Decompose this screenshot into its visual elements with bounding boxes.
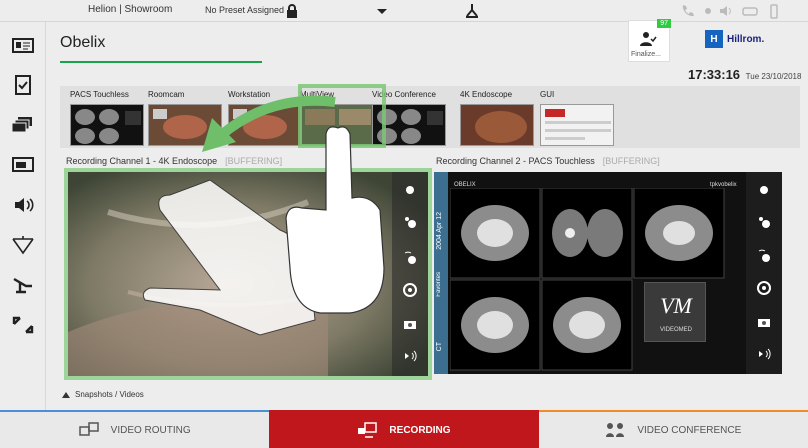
tab-video-conference-label: VIDEO CONFERENCE (637, 424, 742, 436)
recording-channel-2[interactable]: 2004 Apr 12 Favorites CT OBELIX tpkvobel… (434, 172, 782, 374)
bottom-navigation: VIDEO ROUTING RECORDING VIDEO CONFERENCE (0, 410, 808, 448)
app-title: Helion | Showroom (88, 4, 173, 15)
source-strip: PACS Touchless Roomcam Workstation MultiVie… (60, 86, 800, 148)
pacs-ct: CT (436, 342, 443, 352)
phone-icon (682, 5, 694, 17)
source-thumbnail (540, 104, 614, 146)
vr-icon (742, 7, 758, 16)
surgical-table-icon[interactable] (10, 274, 36, 296)
camera-icon[interactable] (756, 314, 772, 330)
channel-1-controls (392, 172, 428, 376)
audio-stream-icon[interactable] (756, 346, 772, 362)
preset-label[interactable]: No Preset Assigned (205, 5, 284, 15)
source-4k-endoscope[interactable]: 4K Endoscope (460, 88, 538, 146)
source-thumbnail (70, 104, 144, 146)
tab-video-routing[interactable]: VIDEO ROUTING (0, 410, 270, 448)
checklist-icon[interactable] (10, 74, 36, 96)
video-routing-icon (78, 422, 99, 436)
refresh-icon[interactable] (756, 280, 772, 296)
ct-scan-grid (450, 188, 725, 371)
ceiling-light-icon[interactable] (10, 234, 36, 256)
snapshots-label: Snapshots / Videos (75, 390, 144, 399)
source-label: GUI (540, 90, 555, 99)
logo-mark: H (705, 30, 723, 48)
status-bar: Helion | Showroom No Preset Assigned (0, 0, 808, 22)
patient-card-icon[interactable] (10, 34, 36, 56)
layers-icon[interactable] (10, 114, 36, 136)
zoom-icon[interactable] (756, 214, 772, 230)
tab-video-conference[interactable]: VIDEO CONFERENCE (538, 410, 808, 448)
record-button-icon[interactable] (402, 182, 418, 198)
user-check-icon (640, 32, 657, 46)
recording-icon (358, 422, 378, 438)
pacs-date: 2004 Apr 12 (436, 212, 443, 250)
finalize-button[interactable]: 97 Finalize... (628, 19, 671, 62)
expand-up-icon (62, 391, 70, 398)
snapshots-toggle[interactable]: Snapshots / Videos (62, 390, 144, 399)
record-button-icon[interactable] (756, 182, 772, 198)
source-thumbnail (460, 104, 534, 146)
focus-icon[interactable] (402, 250, 418, 266)
videomed-text: VIDEOMED (659, 327, 692, 333)
pointing-hand-icon (285, 126, 385, 314)
logo-text: Hillrom. (727, 33, 765, 45)
channel-2-controls (746, 172, 782, 374)
clock-date: Tue 23/10/2018 (745, 72, 802, 81)
lock-icon[interactable] (284, 3, 300, 19)
source-gui[interactable]: GUI (540, 88, 618, 146)
channel-2-title: Recording Channel 2 - PACS Touchless (436, 156, 595, 166)
screens-icon[interactable] (10, 154, 36, 176)
refresh-icon[interactable] (402, 282, 418, 298)
camera-icon[interactable] (402, 316, 418, 332)
sidebar (0, 22, 46, 410)
clock: 17:33:16 Tue 23/10/2018 (688, 67, 801, 82)
hillrom-logo: H Hillrom. (705, 30, 764, 48)
zoom-icon[interactable] (402, 214, 418, 230)
source-label: 4K Endoscope (460, 90, 513, 99)
source-pacs-touchless[interactable]: PACS Touchless (70, 88, 148, 146)
speaker-icon (720, 6, 731, 16)
title-underline (60, 61, 262, 63)
room-title: Obelix (60, 34, 106, 51)
videomed-logo: VM VIDEOMED (644, 282, 706, 342)
clock-time: 17:33:16 (688, 67, 741, 82)
pacs-favorites: Favorites (436, 272, 442, 297)
focus-icon[interactable] (756, 248, 772, 264)
source-label: Roomcam (148, 90, 185, 99)
record-dot-icon (705, 8, 711, 14)
battery-icon (770, 4, 778, 19)
channel-2-status: [BUFFERING] (602, 156, 660, 166)
finalize-label: Finalize... (631, 51, 661, 58)
video-conference-icon (606, 423, 625, 437)
tab-video-routing-label: VIDEO ROUTING (110, 424, 191, 436)
network-icon[interactable] (464, 3, 480, 19)
fullscreen-icon[interactable] (10, 314, 36, 336)
source-label: PACS Touchless (70, 90, 129, 99)
audio-stream-icon[interactable] (402, 348, 418, 364)
tab-recording[interactable]: RECORDING (269, 410, 539, 448)
finalize-badge: 97 (657, 19, 671, 28)
dropdown-icon[interactable] (374, 3, 390, 19)
channel-2-header: Recording Channel 2 - PACS Touchless [BUF… (436, 156, 660, 166)
tab-recording-label: RECORDING (389, 424, 451, 436)
videomed-mark: VM (660, 293, 692, 318)
audio-icon[interactable] (10, 194, 36, 216)
